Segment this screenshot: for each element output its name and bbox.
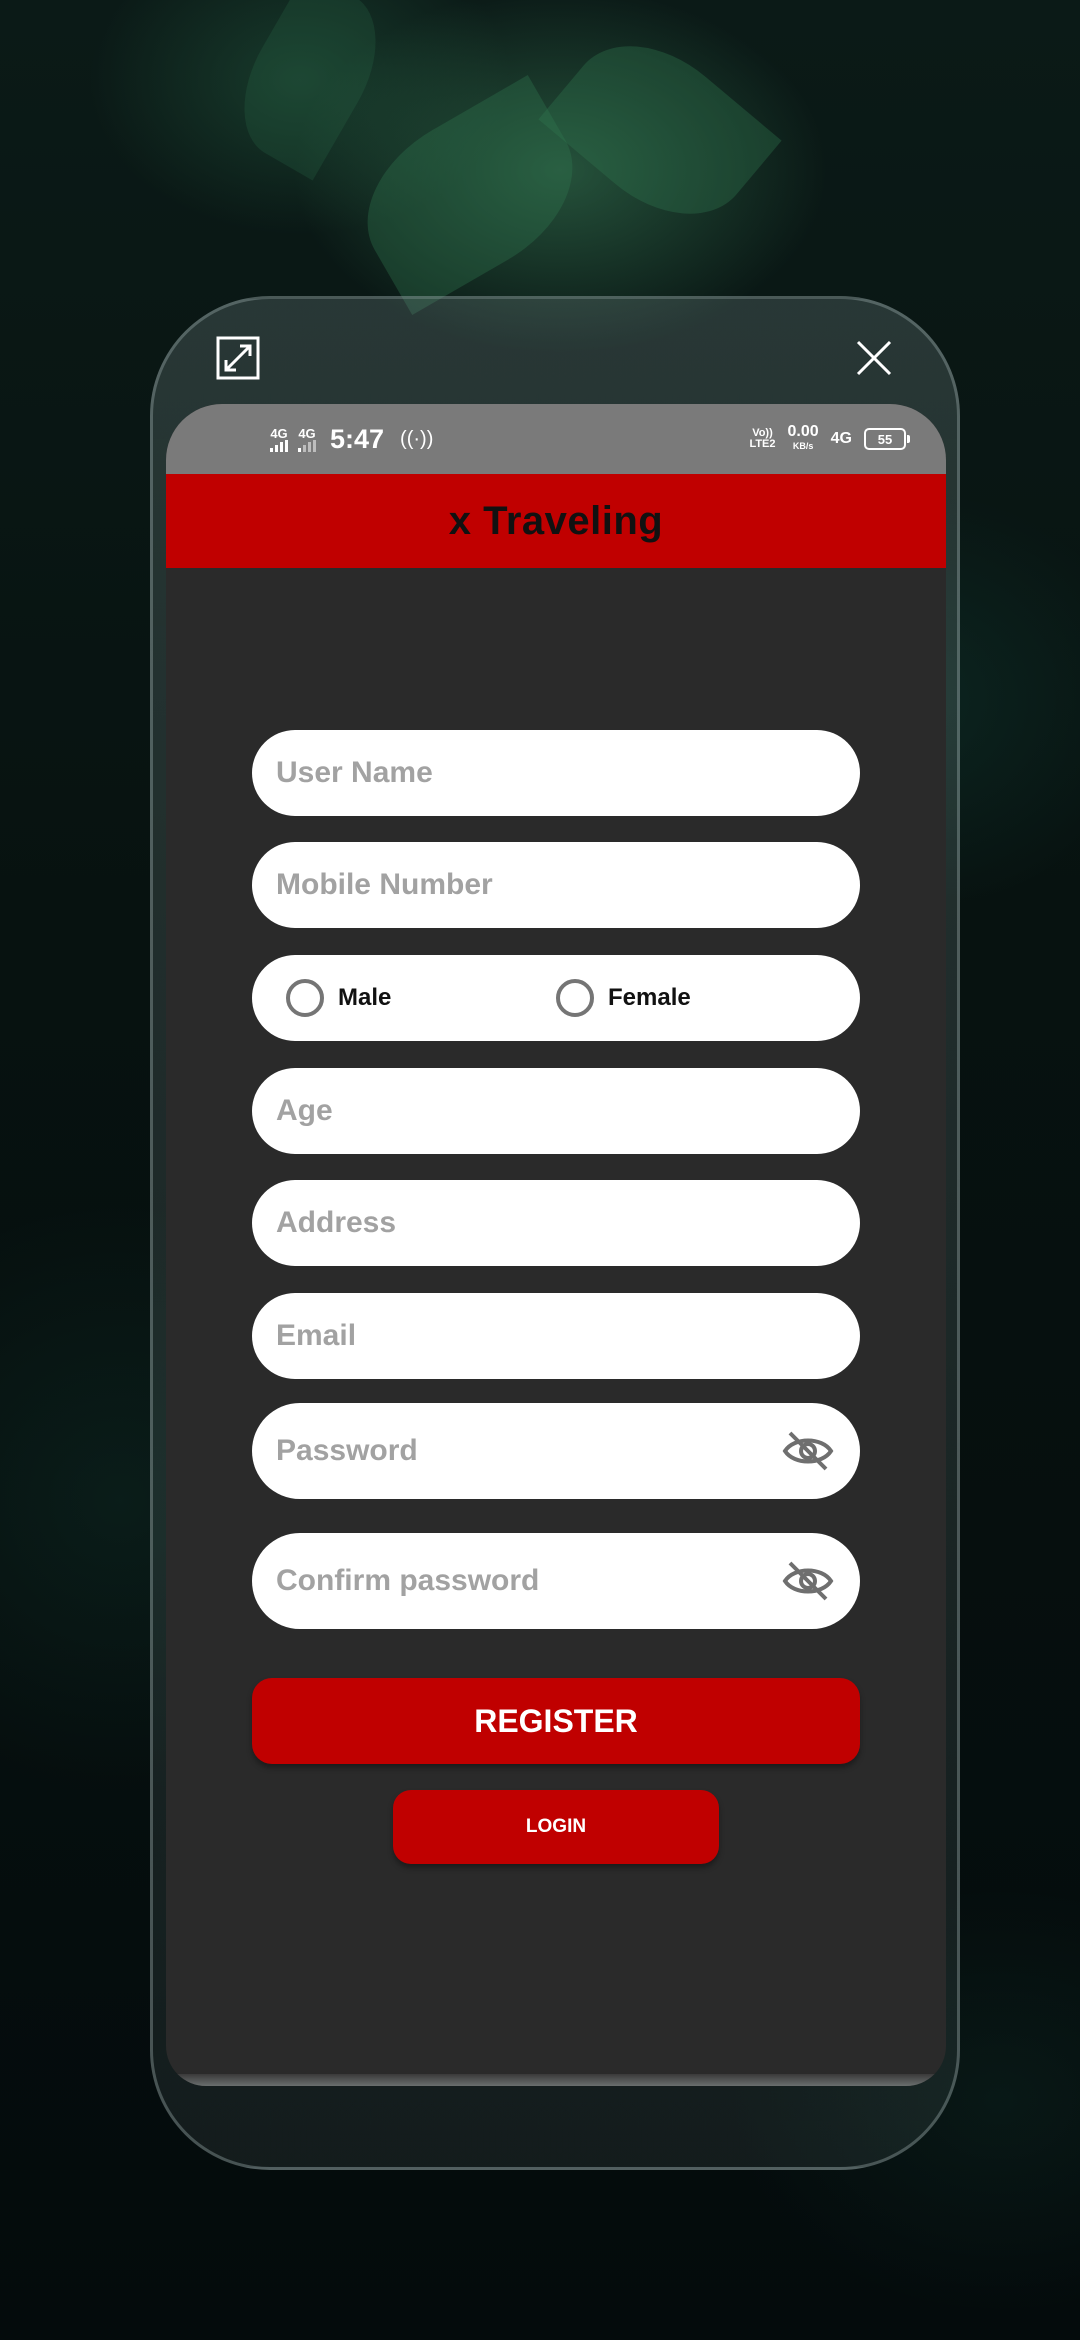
address-field[interactable] xyxy=(252,1180,860,1266)
battery-icon: 55 xyxy=(864,428,910,450)
password-input[interactable] xyxy=(274,1433,758,1469)
signal-sim2: 4G xyxy=(298,427,316,452)
username-field[interactable] xyxy=(252,730,860,816)
mobile-field[interactable] xyxy=(252,842,860,928)
signal-sim1: 4G xyxy=(270,427,288,452)
gender-female-radio[interactable]: Female xyxy=(556,979,691,1017)
page-title: x Traveling xyxy=(448,498,664,543)
email-input[interactable] xyxy=(274,1318,860,1354)
gender-radio-group: Male Female xyxy=(252,955,860,1041)
volte-indicator: Vo)) LTE2 xyxy=(749,427,776,450)
confirm-password-field[interactable] xyxy=(252,1533,860,1629)
app-bar: x Traveling xyxy=(166,474,946,568)
background-leaf xyxy=(217,0,403,181)
radio-circle-icon xyxy=(556,979,594,1017)
username-input[interactable] xyxy=(274,755,860,791)
age-field[interactable] xyxy=(252,1068,860,1154)
close-icon[interactable] xyxy=(850,334,898,382)
hotspot-icon: ((·)) xyxy=(400,427,434,450)
register-button[interactable]: REGISTER xyxy=(252,1678,860,1764)
eye-off-icon[interactable] xyxy=(782,1559,834,1603)
radio-circle-icon xyxy=(286,979,324,1017)
mobile-input[interactable] xyxy=(274,867,860,903)
screen-bottom-edge xyxy=(166,2074,946,2086)
password-field[interactable] xyxy=(252,1403,860,1499)
login-button[interactable]: LOGIN xyxy=(393,1790,719,1864)
address-input[interactable] xyxy=(274,1205,860,1241)
network-4g-indicator: 4G xyxy=(830,430,852,447)
expand-icon[interactable] xyxy=(214,334,262,382)
network-speed: 0.00 KB/s xyxy=(787,423,819,452)
age-input[interactable] xyxy=(274,1093,860,1129)
gender-male-radio[interactable]: Male xyxy=(286,979,391,1017)
email-field[interactable] xyxy=(252,1293,860,1379)
status-time: 5:47 xyxy=(330,423,385,454)
confirm-password-input[interactable] xyxy=(274,1563,758,1599)
background-leaf xyxy=(538,12,782,248)
status-bar: 4G 4G 5:47 ((·)) Vo)) LTE2 0.00 KB/s 4G xyxy=(166,404,946,474)
app-screen: 4G 4G 5:47 ((·)) Vo)) LTE2 0.00 KB/s 4G xyxy=(166,404,946,2086)
eye-off-icon[interactable] xyxy=(782,1429,834,1473)
